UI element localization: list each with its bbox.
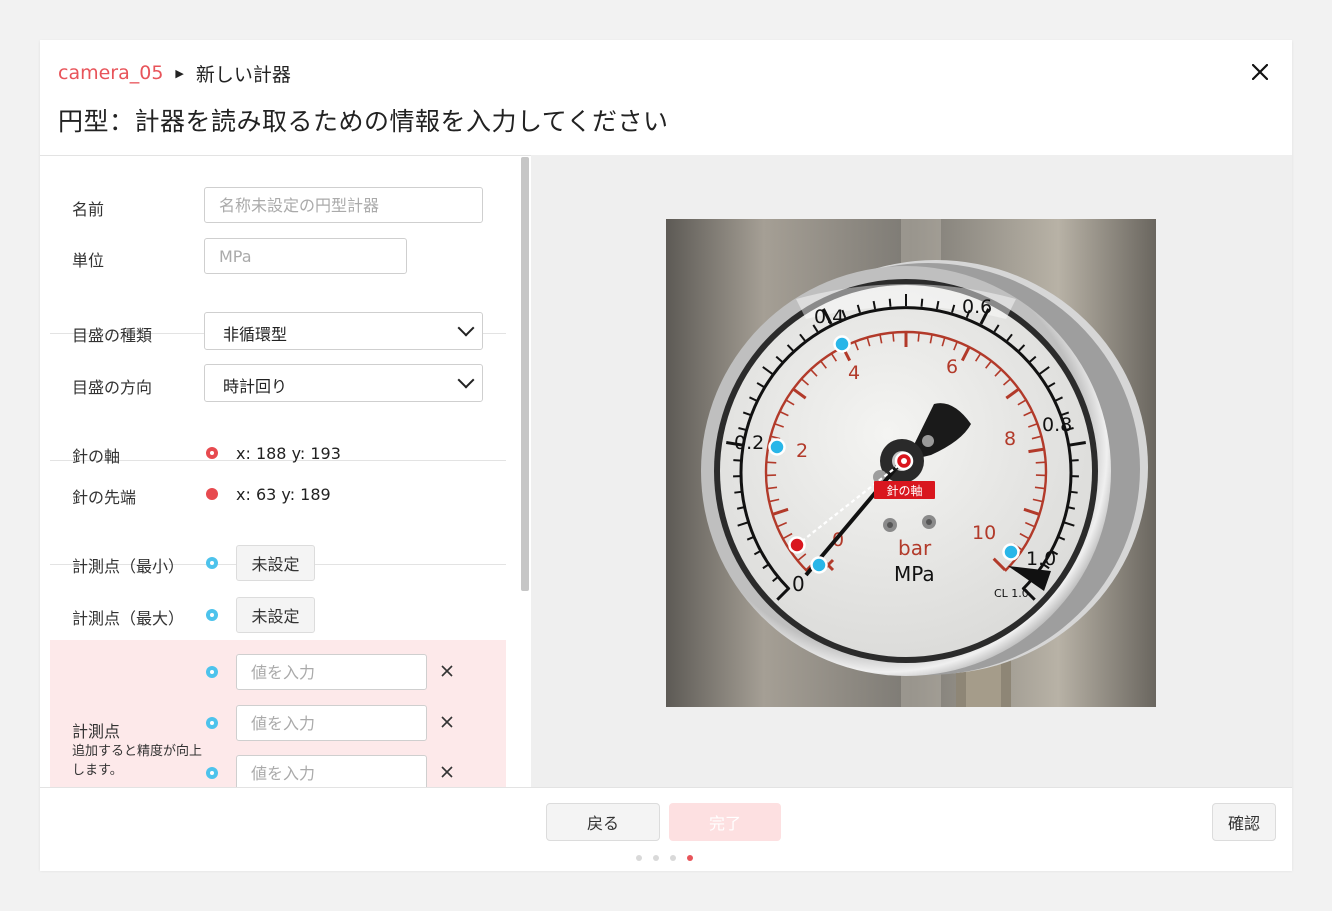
dial-tick — [766, 461, 777, 464]
step-dot — [653, 855, 659, 861]
unit-input[interactable] — [204, 238, 407, 274]
gauge-photo[interactable]: 0 0.2 0.4 0.6 0.8 1.0 0 2 4 6 8 10 bar M… — [666, 219, 1156, 707]
point-max-label: 計測点（最大） — [72, 609, 185, 628]
needle-tip-label: 針の先端 — [72, 488, 137, 507]
point-marker-icon — [206, 666, 218, 678]
needle-axis-tag: 針の軸 — [886, 483, 922, 498]
dialog-footer: 戻る 完了 確認 — [40, 787, 1292, 871]
measurement-point-marker[interactable] — [1002, 543, 1020, 561]
dial-tick — [733, 459, 742, 462]
confirm-button[interactable]: 確認 — [1212, 803, 1276, 841]
dial-tick — [1035, 461, 1046, 464]
measurement-point-marker[interactable] — [833, 335, 851, 353]
point-marker-icon — [206, 767, 218, 779]
needle-axis-label: 針の軸 — [72, 447, 121, 466]
dial-label-inner: 4 — [848, 362, 860, 384]
dial-label-outer: 0.8 — [1042, 414, 1072, 436]
dial-label-outer: 0.6 — [962, 296, 992, 318]
measurement-point-marker[interactable] — [810, 556, 828, 574]
close-button[interactable] — [1248, 60, 1272, 84]
done-button[interactable]: 完了 — [669, 803, 781, 841]
scale-type-value: 非循環型 — [223, 325, 288, 344]
point-value-input[interactable] — [236, 705, 427, 741]
scale-direction-label: 目盛の方向 — [72, 378, 153, 397]
needle-tip-marker-icon — [206, 488, 218, 500]
point-min-label: 計測点（最小） — [72, 557, 185, 576]
point-value-input[interactable] — [236, 654, 427, 690]
point-max-marker-icon — [206, 609, 218, 621]
dial-label-outer: 1.0 — [1026, 548, 1056, 570]
step-dot — [636, 855, 642, 861]
dial-label-outer: 0.4 — [814, 306, 844, 328]
settings-scrollbar[interactable] — [521, 157, 529, 591]
dial-label-inner: 2 — [796, 440, 808, 462]
chevron-down-icon — [457, 371, 475, 389]
dial-tick — [888, 298, 892, 307]
close-icon — [1252, 64, 1268, 80]
measurement-point-marker[interactable] — [768, 438, 786, 456]
name-input[interactable] — [204, 187, 483, 223]
dial-class: CL 1.0 — [994, 587, 1029, 600]
needle-axis-marker-icon — [206, 447, 218, 459]
scale-direction-value: 時計回り — [223, 377, 288, 396]
back-button[interactable]: 戻る — [546, 803, 660, 841]
close-icon — [441, 665, 453, 677]
chevron-down-icon — [457, 319, 475, 337]
dial-label-inner: 8 — [1004, 428, 1016, 450]
dial-label-inner: 10 — [972, 522, 996, 544]
unit-label: 単位 — [72, 251, 105, 270]
dial-tick — [1069, 490, 1078, 494]
settings-panel: 名前 単位 目盛の種類 非循環型 目盛の方向 時計回り 針の軸 x: 188 y… — [40, 155, 531, 787]
point-min-unset-button[interactable]: 未設定 — [236, 545, 315, 581]
measurement-points-label: 計測点 — [72, 722, 121, 741]
scale-direction-select[interactable]: 時計回り — [204, 364, 483, 402]
measurement-points-note: 追加すると精度が向上します。 — [72, 744, 203, 778]
point-min-marker-icon — [206, 557, 218, 569]
breadcrumb-current: 新しい計器 — [195, 63, 291, 86]
caret-right-icon: ▶ — [175, 66, 184, 80]
gauge-image[interactable]: 0 0.2 0.4 0.6 0.8 1.0 0 2 4 6 8 10 bar M… — [666, 219, 1156, 707]
dial-tick — [920, 298, 924, 307]
step-indicator — [636, 855, 693, 861]
dial-unit-mpa: MPa — [894, 562, 935, 586]
close-icon — [441, 716, 453, 728]
close-icon — [441, 766, 453, 778]
scale-type-select[interactable]: 非循環型 — [204, 312, 483, 350]
needle-tip-coords: x: 63 y: 189 — [236, 485, 331, 504]
step-dot — [687, 855, 693, 861]
point-value-input[interactable] — [236, 755, 427, 787]
dial-tick — [892, 331, 895, 342]
breadcrumb: camera_05 ▶ 新しい計器 — [58, 60, 291, 86]
point-marker-icon — [206, 717, 218, 729]
dial-tick — [917, 331, 920, 342]
remove-point-button[interactable] — [439, 715, 455, 731]
dialog: camera_05 ▶ 新しい計器 円型：計器を読み取るための情報を入力してくだ… — [40, 40, 1292, 871]
dialog-header: camera_05 ▶ 新しい計器 円型：計器を読み取るための情報を入力してくだ… — [40, 40, 1292, 156]
needle-axis-coords: x: 188 y: 193 — [236, 444, 341, 463]
needle-tip-marker[interactable] — [788, 536, 806, 554]
page-title: 円型：計器を読み取るための情報を入力してください — [58, 107, 669, 136]
dial-unit-bar: bar — [898, 536, 932, 560]
step-dot — [670, 855, 676, 861]
remove-point-button[interactable] — [439, 664, 455, 680]
point-max-unset-button[interactable]: 未設定 — [236, 597, 315, 633]
name-label: 名前 — [72, 200, 105, 219]
dial-label-outer: 0 — [792, 572, 805, 596]
dial-tick — [1070, 459, 1079, 462]
scale-type-label: 目盛の種類 — [72, 326, 153, 345]
dial-label-inner: 6 — [946, 356, 958, 378]
breadcrumb-camera-link[interactable]: camera_05 — [58, 62, 163, 84]
dial-tick — [734, 490, 743, 494]
remove-point-button[interactable] — [439, 765, 455, 781]
image-panel: 0 0.2 0.4 0.6 0.8 1.0 0 2 4 6 8 10 bar M… — [531, 155, 1292, 787]
dial-label-outer: 0.2 — [734, 432, 764, 454]
